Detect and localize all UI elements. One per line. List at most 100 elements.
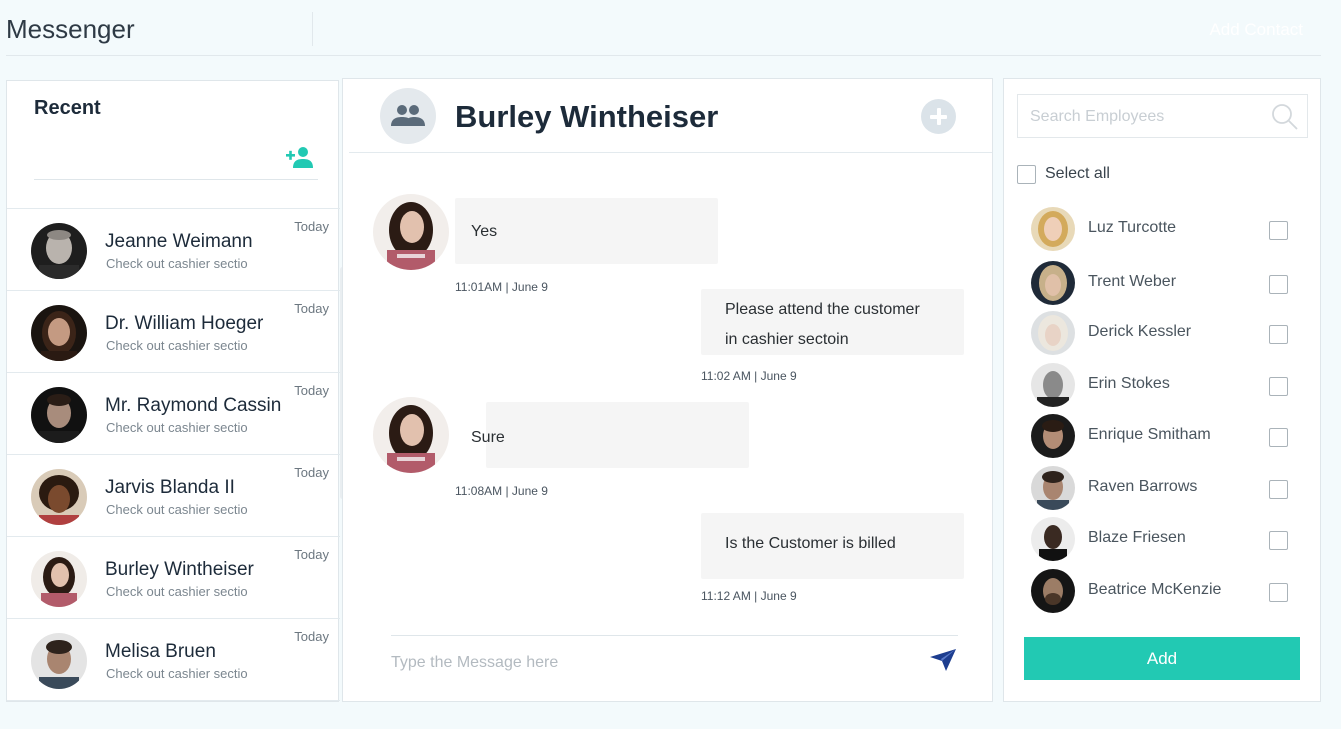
select-all-label: Select all — [1045, 165, 1110, 182]
app-title: Messenger — [6, 14, 135, 44]
employee-checkbox[interactable] — [1269, 221, 1288, 240]
employee-name: Beatrice McKenzie — [1088, 581, 1222, 598]
message-time: 11:12 AM | June 9 — [701, 589, 797, 603]
employee-checkbox[interactable] — [1269, 428, 1288, 447]
avatar — [1031, 311, 1075, 355]
select-all-checkbox[interactable] — [1017, 165, 1036, 184]
avatar — [373, 397, 449, 473]
employee-row: Enrique Smitham — [1004, 410, 1322, 460]
recent-chat-item[interactable]: Burley Wintheiser Check out cashier sect… — [7, 537, 340, 619]
avatar — [1031, 261, 1075, 305]
chat-item-name: Burley Wintheiser — [105, 559, 254, 580]
message-bubble — [486, 402, 749, 468]
chat-item-preview: Check out cashier sectio — [106, 502, 248, 517]
compose-divider — [391, 635, 958, 636]
add-employees-button[interactable]: Add — [1024, 637, 1300, 680]
employee-name: Derick Kessler — [1088, 323, 1192, 340]
message-text: Is the Customer is billed — [725, 535, 896, 552]
recent-divider — [34, 179, 318, 180]
recent-panel: Recent Jeanne Weimann Check out cashier … — [6, 80, 345, 702]
chat-item-name: Melisa Bruen — [105, 641, 216, 662]
message-time: 11:02 AM | June 9 — [701, 369, 797, 383]
chat-item-time: Today — [294, 629, 329, 644]
avatar — [1031, 569, 1075, 613]
chat-item-time: Today — [294, 465, 329, 480]
employee-row: Trent Weber — [1004, 257, 1322, 307]
avatar — [31, 469, 87, 525]
recent-chat-item[interactable]: Mr. Raymond Cassin Check out cashier sec… — [7, 373, 340, 455]
chat-item-time: Today — [294, 547, 329, 562]
conversation-panel: Burley Wintheiser Yes 11:01AM | June 9 P… — [342, 78, 993, 702]
avatar — [31, 551, 87, 607]
avatar — [1031, 207, 1075, 251]
message-bubble: Please attend the customer in cashier se… — [701, 289, 964, 355]
employee-row: Derick Kessler — [1004, 307, 1322, 357]
recent-chat-item[interactable]: Dr. William Hoeger Check out cashier sec… — [7, 291, 340, 373]
message-input[interactable] — [391, 650, 891, 676]
message-time: 11:01AM | June 9 — [455, 280, 548, 294]
avatar — [1031, 466, 1075, 510]
plus-circle-icon[interactable] — [921, 99, 956, 134]
chat-item-time: Today — [294, 383, 329, 398]
chat-item-preview: Check out cashier sectio — [106, 666, 248, 681]
employee-name: Luz Turcotte — [1088, 219, 1177, 236]
message-bubble: Is the Customer is billed — [701, 513, 964, 579]
chat-item-preview: Check out cashier sectio — [106, 256, 248, 271]
employees-panel: Select all Luz Turcotte Trent Weber Deri… — [1003, 78, 1321, 702]
group-icon — [380, 88, 436, 144]
avatar — [373, 194, 449, 270]
avatar — [1031, 414, 1075, 458]
avatar — [1031, 517, 1075, 561]
chat-item-name: Dr. William Hoeger — [105, 313, 264, 334]
message-bubble: Yes — [455, 198, 718, 264]
employee-checkbox[interactable] — [1269, 275, 1288, 294]
search-box — [1017, 94, 1308, 138]
conversation-header-divider — [349, 152, 992, 153]
recent-chat-item[interactable]: Jeanne Weimann Check out cashier sectio … — [7, 209, 340, 291]
chat-item-name: Jeanne Weimann — [105, 231, 253, 252]
employee-name: Blaze Friesen — [1088, 529, 1186, 546]
chat-item-preview: Check out cashier sectio — [106, 420, 248, 435]
employee-name: Erin Stokes — [1088, 375, 1170, 392]
message-text-line: Please attend the customer — [725, 301, 920, 318]
header-divider-line — [6, 55, 1321, 56]
avatar — [31, 387, 87, 443]
message-text: Sure — [471, 429, 505, 446]
send-icon[interactable] — [930, 649, 956, 671]
chat-item-time: Today — [294, 219, 329, 234]
add-contact-button[interactable]: Add Contact — [1209, 20, 1303, 40]
recent-title: Recent — [34, 97, 101, 119]
chat-item-name: Jarvis Blanda II — [105, 477, 235, 498]
employee-row: Beatrice McKenzie — [1004, 565, 1322, 615]
employee-checkbox[interactable] — [1269, 325, 1288, 344]
employee-checkbox[interactable] — [1269, 583, 1288, 602]
conversation-contact-name: Burley Wintheiser — [455, 99, 719, 134]
recent-chat-item[interactable]: Jarvis Blanda II Check out cashier secti… — [7, 455, 340, 537]
chat-item-preview: Check out cashier sectio — [106, 584, 248, 599]
search-icon[interactable] — [1271, 103, 1299, 131]
employee-checkbox[interactable] — [1269, 531, 1288, 550]
employee-row: Erin Stokes — [1004, 359, 1322, 409]
employee-row: Blaze Friesen — [1004, 513, 1322, 563]
avatar — [1031, 363, 1075, 407]
avatar — [31, 223, 87, 279]
chat-item-preview: Check out cashier sectio — [106, 338, 248, 353]
employee-checkbox[interactable] — [1269, 480, 1288, 499]
recent-chat-item[interactable]: Melisa Bruen Check out cashier sectio To… — [7, 619, 340, 701]
employee-name: Raven Barrows — [1088, 478, 1198, 495]
employee-name: Trent Weber — [1088, 273, 1177, 290]
message-text-line: in cashier sectoin — [725, 331, 849, 348]
avatar — [31, 633, 87, 689]
employee-checkbox[interactable] — [1269, 377, 1288, 396]
avatar — [31, 305, 87, 361]
message-time: 11:08AM | June 9 — [455, 484, 548, 498]
top-bar: Messenger Add Contact — [0, 0, 1341, 56]
chat-item-time: Today — [294, 301, 329, 316]
header-divider — [312, 12, 313, 46]
employee-row: Raven Barrows — [1004, 462, 1322, 512]
recent-list: Jeanne Weimann Check out cashier sectio … — [7, 208, 340, 702]
chat-item-name: Mr. Raymond Cassin — [105, 395, 282, 416]
add-person-icon[interactable] — [286, 145, 314, 169]
employee-row: Luz Turcotte — [1004, 203, 1322, 253]
search-input[interactable] — [1030, 105, 1260, 129]
